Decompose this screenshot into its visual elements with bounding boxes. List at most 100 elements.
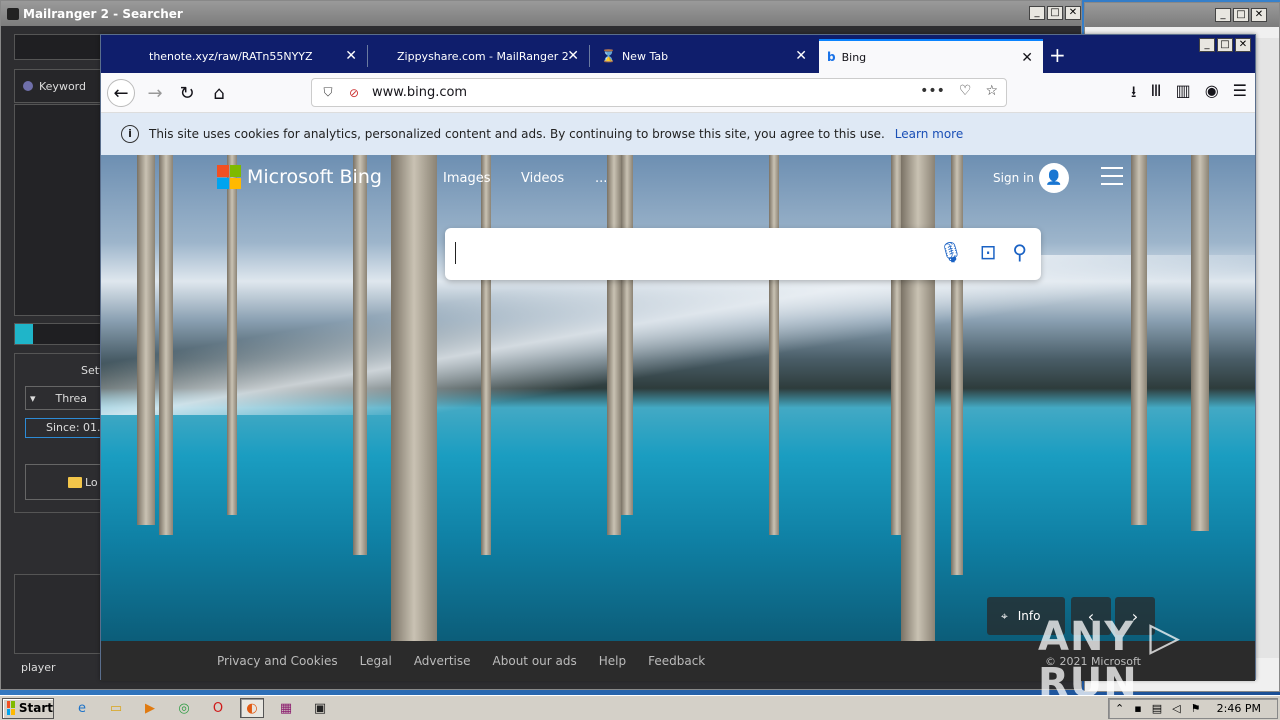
start-label: Start: [18, 701, 53, 715]
mailranger-titlebar[interactable]: Mailranger 2 - Searcher: [1, 1, 1081, 26]
home-button[interactable]: ⌂: [205, 79, 233, 107]
user-avatar-icon[interactable]: 👤: [1039, 163, 1069, 193]
minimize-button[interactable]: _: [1215, 8, 1231, 22]
anyrun-watermark: ANY ▷ RUN: [1038, 614, 1182, 706]
mailranger-top-field[interactable]: [14, 34, 104, 60]
opera-icon[interactable]: O: [206, 698, 230, 718]
dropdown-arrow-icon: ▾: [30, 391, 36, 405]
close-button[interactable]: ✕: [1235, 38, 1251, 52]
hamburger-menu-icon[interactable]: [1101, 167, 1123, 191]
learn-more-link[interactable]: Learn more: [895, 127, 963, 141]
footer-link-about-ads[interactable]: About our ads: [493, 654, 577, 668]
start-button[interactable]: Start: [2, 697, 54, 719]
footer-link-help[interactable]: Help: [599, 654, 626, 668]
close-tab-icon[interactable]: ✕: [795, 48, 807, 64]
navigation-toolbar: ← → ↻ ⌂ ⛉ ⊘ www.bing.com ••• ♡ ☆ ⭳ Ⅲ ▥ ◉…: [101, 73, 1255, 113]
settings-group: Sett ▾ Threa Since: 01.0 Lo: [14, 353, 105, 513]
player-label: player: [21, 661, 56, 674]
clock[interactable]: 2:46 PM: [1217, 702, 1261, 715]
footer-link-privacy[interactable]: Privacy and Cookies: [217, 654, 338, 668]
address-bar[interactable]: ⛉ ⊘ www.bing.com ••• ♡ ☆: [311, 78, 1007, 107]
back-button[interactable]: ←: [107, 79, 135, 107]
tray-expand-icon[interactable]: ⌃: [1115, 702, 1124, 715]
progress-bar: [14, 323, 104, 345]
scrollbar[interactable]: [1255, 38, 1279, 658]
minimize-button[interactable]: _: [1029, 6, 1045, 20]
firefox-window[interactable]: thenote.xyz/raw/RATn55NYYZ ✕ Zippyshare.…: [100, 34, 1256, 681]
progress-fill: [15, 324, 33, 344]
cookie-notice-text: This site uses cookies for analytics, pe…: [149, 127, 885, 141]
microphone-icon[interactable]: 🎙: [938, 240, 963, 264]
info-icon: i: [121, 125, 139, 143]
mailranger-title: Mailranger 2 - Searcher: [23, 6, 183, 21]
close-button[interactable]: ✕: [1251, 8, 1267, 22]
close-button[interactable]: ✕: [1065, 6, 1081, 20]
page-actions-icon[interactable]: •••: [920, 83, 945, 99]
tray-app-icon[interactable]: ▪: [1134, 702, 1141, 715]
close-tab-icon[interactable]: ✕: [567, 48, 579, 64]
nav-images[interactable]: Images: [443, 171, 491, 186]
media-player-icon[interactable]: ▶: [138, 698, 162, 718]
ie-icon[interactable]: e: [70, 698, 94, 718]
pocket-icon[interactable]: ♡: [959, 83, 972, 99]
close-tab-icon[interactable]: ✕: [1021, 50, 1033, 66]
sign-in-link[interactable]: Sign in: [993, 171, 1034, 185]
tab-new-tab[interactable]: ⌛ New Tab ✕: [593, 39, 817, 73]
shield-icon[interactable]: ⛉: [320, 85, 336, 101]
maximize-button[interactable]: □: [1217, 38, 1233, 52]
visual-search-icon[interactable]: ⊡: [980, 240, 997, 264]
bing-logo[interactable]: Microsoft Bing: [217, 165, 382, 189]
close-tab-icon[interactable]: ✕: [345, 48, 357, 64]
mailranger-taskbar-icon[interactable]: ▣: [308, 698, 332, 718]
winrar-icon[interactable]: ▦: [274, 698, 298, 718]
tab-zippyshare[interactable]: Zippyshare.com - MailRanger 2.rar ✕: [389, 39, 590, 73]
chrome-icon[interactable]: ◎: [172, 698, 196, 718]
nav-more[interactable]: ...: [595, 171, 607, 186]
app-icon: [7, 7, 19, 20]
forward-button[interactable]: →: [141, 79, 169, 107]
firefox-taskbar-icon[interactable]: ◐: [240, 698, 264, 718]
downloads-icon[interactable]: ⭳: [1131, 81, 1137, 108]
maximize-button[interactable]: □: [1047, 6, 1063, 20]
bing-favicon-icon: b: [827, 50, 836, 64]
keyword-selector[interactable]: Keyword: [14, 69, 104, 103]
since-date-field[interactable]: Since: 01.0: [25, 418, 105, 438]
library-icon[interactable]: Ⅲ: [1151, 81, 1162, 108]
explorer-folder-icon[interactable]: ▭: [104, 698, 128, 718]
threads-dropdown[interactable]: ▾ Threa: [25, 386, 105, 410]
tab-thenote[interactable]: thenote.xyz/raw/RATn55NYYZ ✕: [141, 39, 368, 73]
account-icon[interactable]: ◉: [1205, 81, 1219, 108]
microsoft-logo-icon: [217, 165, 241, 189]
mailranger-list[interactable]: [14, 104, 104, 316]
footer-link-feedback[interactable]: Feedback: [648, 654, 705, 668]
insecure-lock-icon[interactable]: ⊘: [346, 85, 362, 101]
firefox-window-controls: _ □ ✕: [1199, 38, 1251, 52]
menu-icon[interactable]: ☰: [1233, 81, 1247, 108]
tab-bing[interactable]: b Bing ✕: [819, 39, 1043, 73]
minimize-button[interactable]: _: [1199, 38, 1215, 52]
background-window-controls: _ □ ✕: [1215, 8, 1267, 22]
cookie-notice: i This site uses cookies for analytics, …: [101, 113, 1255, 155]
nav-videos[interactable]: Videos: [521, 171, 564, 186]
load-button[interactable]: Lo: [25, 464, 105, 500]
volume-icon[interactable]: ◁: [1172, 702, 1180, 715]
action-center-flag-icon[interactable]: ⚑: [1191, 702, 1201, 715]
sidebar-icon[interactable]: ▥: [1176, 81, 1191, 108]
tab-label: Zippyshare.com - MailRanger 2.rar: [397, 49, 569, 63]
footer-link-advertise[interactable]: Advertise: [414, 654, 471, 668]
tab-label: thenote.xyz/raw/RATn55NYYZ: [149, 49, 313, 63]
footer-link-legal[interactable]: Legal: [360, 654, 392, 668]
reload-button[interactable]: ↻: [173, 79, 201, 107]
load-label: Lo: [85, 475, 98, 489]
windows-logo-icon: [7, 701, 15, 715]
search-box[interactable]: 🎙 ⊡ ⚲: [445, 228, 1041, 280]
keyword-icon: [23, 81, 33, 91]
bookmark-star-icon[interactable]: ☆: [985, 83, 998, 99]
new-tab-button[interactable]: +: [1049, 43, 1066, 67]
search-icon[interactable]: ⚲: [1012, 240, 1027, 264]
maximize-button[interactable]: □: [1233, 8, 1249, 22]
location-pin-icon: ⌖: [1001, 608, 1008, 623]
tab-label: Bing: [841, 50, 867, 64]
mailranger-window-controls: _ □ ✕: [1029, 6, 1081, 20]
network-icon[interactable]: ▤: [1152, 702, 1162, 715]
